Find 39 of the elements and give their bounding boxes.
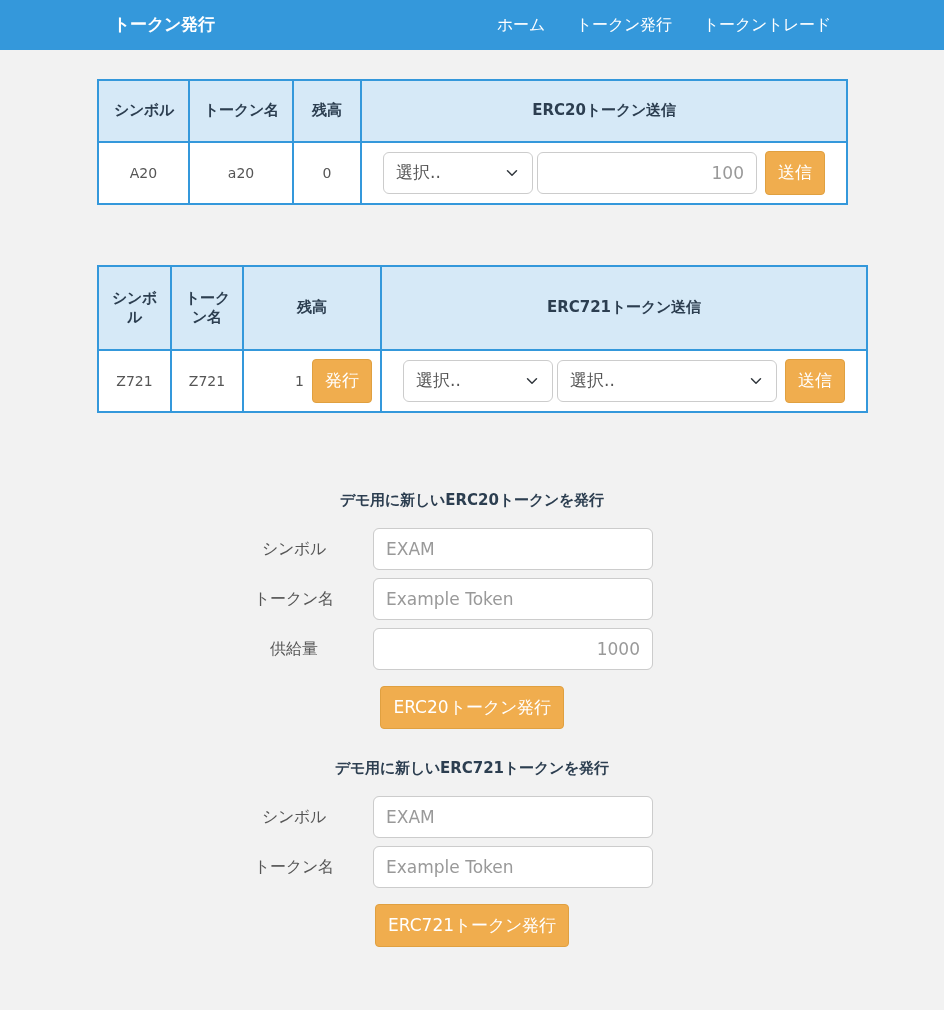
brand-title[interactable]: トークン発行	[113, 12, 215, 38]
table-cell: 0	[293, 142, 361, 204]
field-label: 供給量	[269, 637, 319, 660]
form-title: デモ用に新しいERC721トークンを発行	[334, 758, 610, 779]
select-field[interactable]: 選択..	[403, 360, 553, 402]
column-header: 残高	[293, 80, 361, 142]
nav-link[interactable]: トークントレード	[703, 13, 831, 37]
submit-button[interactable]: ERC20トークン発行	[380, 685, 564, 729]
table-cell: A20	[98, 142, 189, 204]
column-header: ERC721トークン送信	[381, 266, 867, 350]
column-header: シンボル	[98, 80, 189, 142]
input-field[interactable]: Example Token	[373, 845, 653, 888]
select-field[interactable]: 選択..	[383, 152, 533, 194]
column-header: トークン名	[189, 80, 293, 142]
field-label: シンボル	[261, 805, 327, 828]
input-field[interactable]: EXAM	[373, 795, 653, 838]
input-field[interactable]: EXAM	[373, 527, 653, 570]
table-cell: a20	[189, 142, 293, 204]
nav-link[interactable]: ホーム	[497, 13, 545, 37]
field-label: トークン名	[253, 587, 335, 610]
mint-button[interactable]: 発行	[312, 359, 372, 403]
column-header: 残高	[243, 266, 381, 350]
field-label: トークン名	[253, 855, 335, 878]
column-header: シンボル	[98, 266, 171, 350]
select-field[interactable]: 選択..	[557, 360, 777, 402]
form-title: デモ用に新しいERC20トークンを発行	[340, 490, 604, 511]
input-field[interactable]: Example Token	[373, 577, 653, 620]
column-header: ERC20トークン送信	[361, 80, 847, 142]
balance-text: 1	[295, 371, 304, 391]
amount-field[interactable]: 100	[537, 152, 757, 194]
table-cell: Z721	[98, 350, 171, 412]
send-button[interactable]: 送信	[765, 151, 825, 195]
field-label: シンボル	[261, 537, 327, 560]
nav-link[interactable]: トークン発行	[576, 13, 672, 37]
submit-button[interactable]: ERC721トークン発行	[375, 903, 569, 947]
input-field[interactable]: 1000	[373, 627, 653, 670]
column-header: トークン名	[171, 266, 243, 350]
table-cell: Z721	[171, 350, 243, 412]
send-button[interactable]: 送信	[785, 359, 845, 403]
